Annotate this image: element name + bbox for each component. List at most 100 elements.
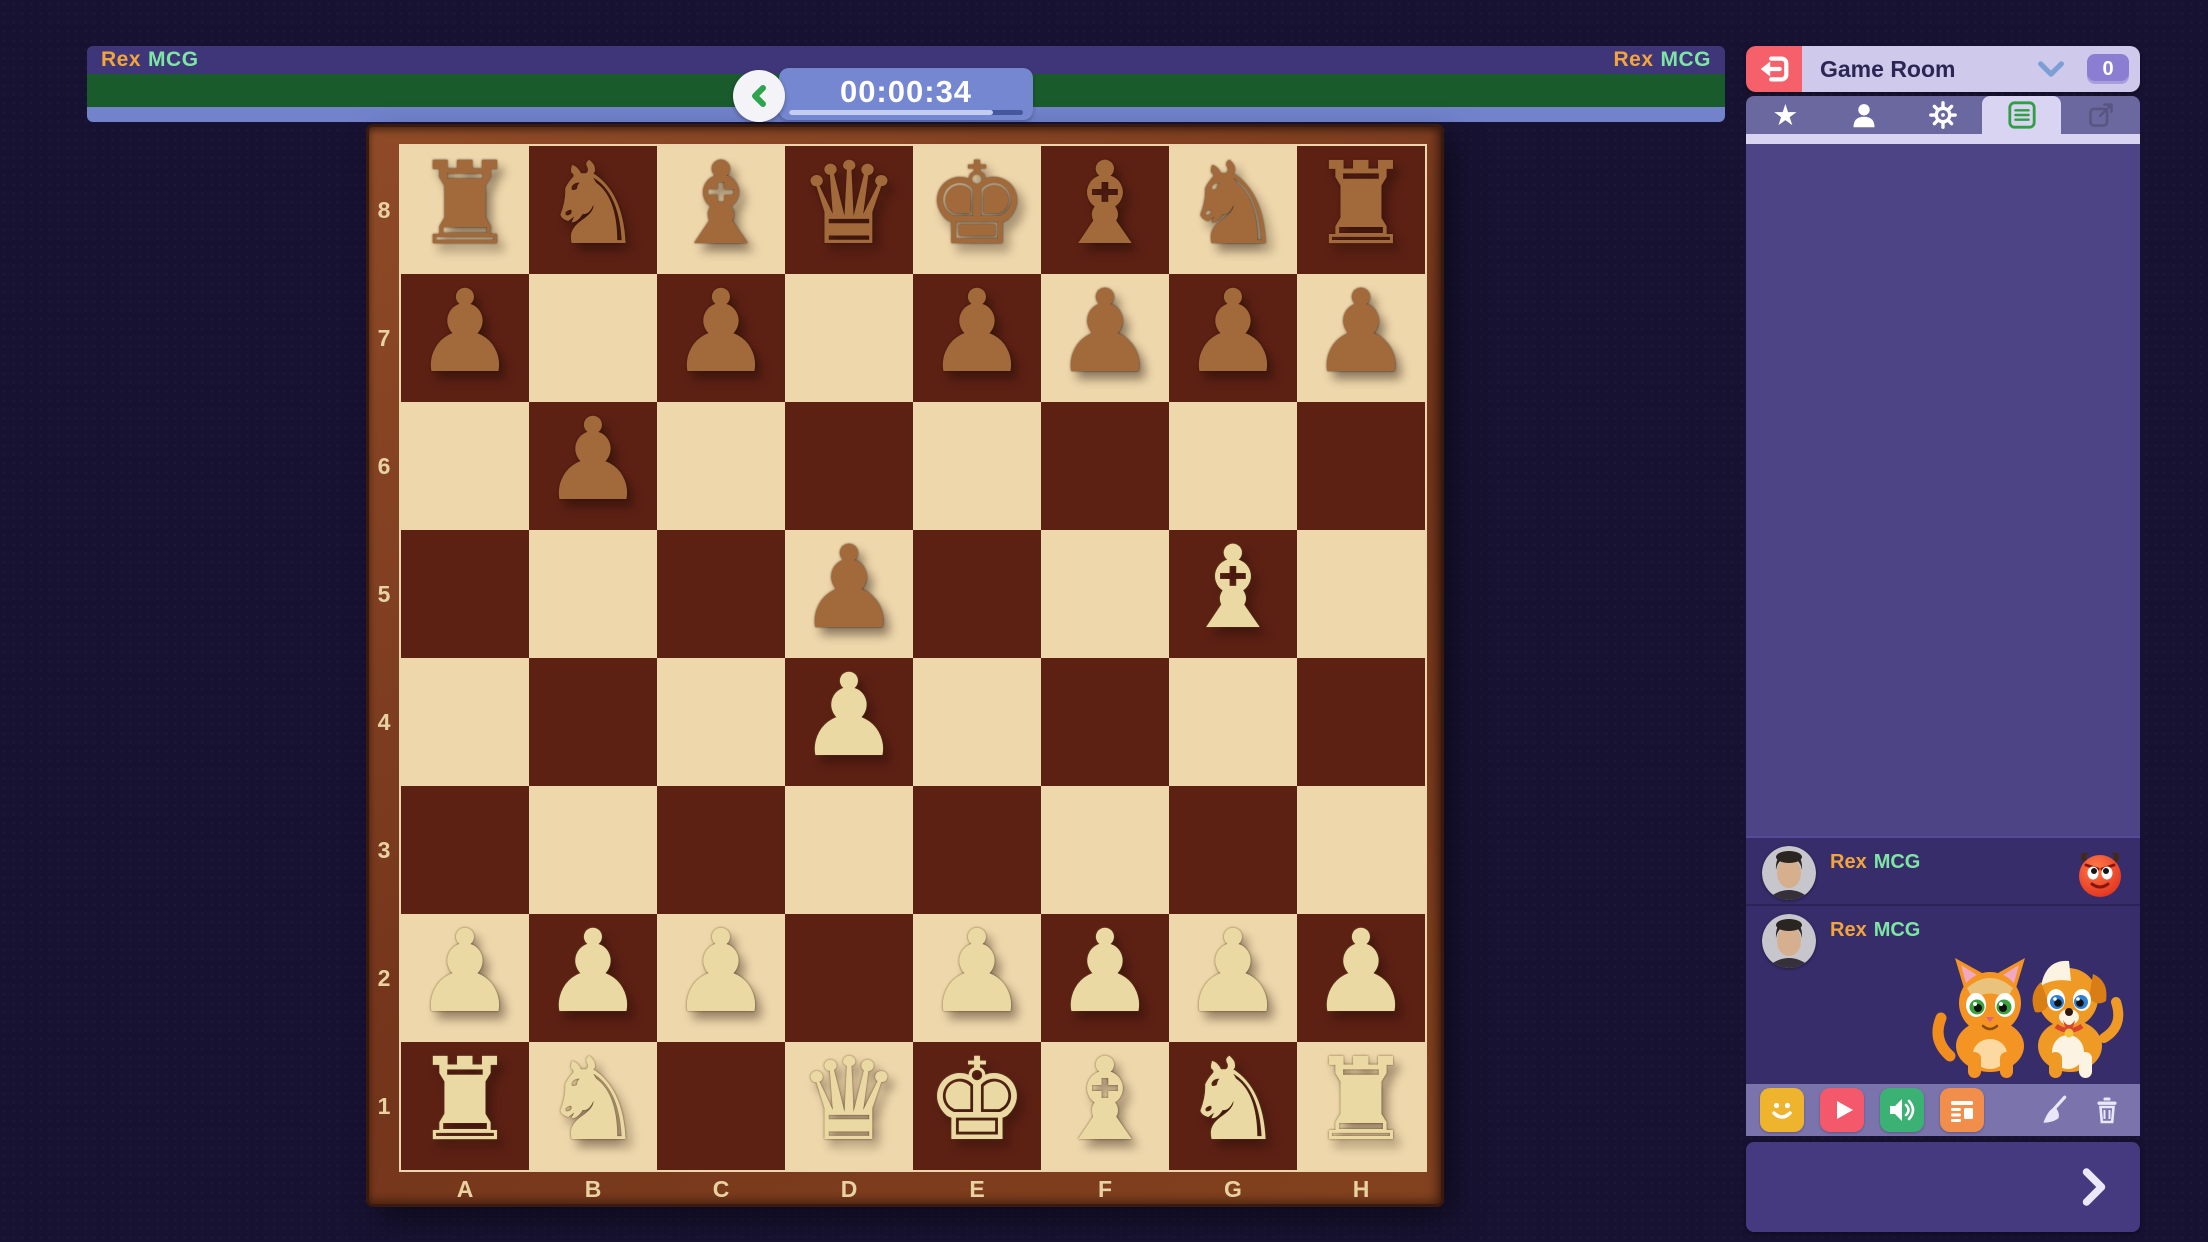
dark-bishop-piece[interactable]: ♝	[670, 147, 772, 261]
leave-room-button[interactable]	[1746, 46, 1802, 92]
square-e3[interactable]	[913, 786, 1041, 914]
dark-bishop-piece[interactable]: ♝	[1054, 147, 1156, 261]
tab-players[interactable]	[1825, 96, 1904, 134]
dark-pawn-piece[interactable]: ♟	[1182, 275, 1284, 389]
square-e4[interactable]	[913, 658, 1041, 786]
square-e5[interactable]	[913, 530, 1041, 658]
square-f8[interactable]: ♝	[1041, 146, 1169, 274]
square-e2[interactable]: ♟	[913, 914, 1041, 1042]
square-b7[interactable]	[529, 274, 657, 402]
square-f2[interactable]: ♟	[1041, 914, 1169, 1042]
toolbar-button-news[interactable]	[1940, 1088, 1984, 1132]
square-f6[interactable]	[1041, 402, 1169, 530]
player-row[interactable]: RexMCG	[1746, 906, 2140, 1084]
square-c8[interactable]: ♝	[657, 146, 785, 274]
square-f3[interactable]	[1041, 786, 1169, 914]
square-b5[interactable]	[529, 530, 657, 658]
square-g4[interactable]	[1169, 658, 1297, 786]
light-rook-piece[interactable]: ♜	[414, 1043, 516, 1157]
dark-knight-piece[interactable]: ♞	[542, 147, 644, 261]
square-g2[interactable]: ♟	[1169, 914, 1297, 1042]
square-a8[interactable]: ♜	[401, 146, 529, 274]
dark-pawn-piece[interactable]: ♟	[926, 275, 1028, 389]
square-c4[interactable]	[657, 658, 785, 786]
square-a6[interactable]	[401, 402, 529, 530]
dark-queen-piece[interactable]: ♛	[798, 147, 900, 261]
square-e6[interactable]	[913, 402, 1041, 530]
square-d2[interactable]	[785, 914, 913, 1042]
square-h4[interactable]	[1297, 658, 1425, 786]
square-h1[interactable]: ♜	[1297, 1042, 1425, 1170]
light-pawn-piece[interactable]: ♟	[926, 915, 1028, 1029]
square-g8[interactable]: ♞	[1169, 146, 1297, 274]
toolbar-button-sound[interactable]	[1880, 1088, 1924, 1132]
square-d8[interactable]: ♛	[785, 146, 913, 274]
square-e7[interactable]: ♟	[913, 274, 1041, 402]
square-e8[interactable]: ♚	[913, 146, 1041, 274]
square-b1[interactable]: ♞	[529, 1042, 657, 1170]
square-d5[interactable]: ♟	[785, 530, 913, 658]
clear-chat-button[interactable]	[2034, 1091, 2072, 1129]
light-pawn-piece[interactable]: ♟	[542, 915, 644, 1029]
square-f1[interactable]: ♝	[1041, 1042, 1169, 1170]
square-b3[interactable]	[529, 786, 657, 914]
light-rook-piece[interactable]: ♜	[1310, 1043, 1412, 1157]
light-bishop-piece[interactable]: ♝	[1182, 531, 1284, 645]
dark-rook-piece[interactable]: ♜	[1310, 147, 1412, 261]
square-g5[interactable]: ♝	[1169, 530, 1297, 658]
room-dropdown-button[interactable]	[2038, 61, 2064, 82]
light-king-piece[interactable]: ♚	[926, 1043, 1028, 1157]
square-f7[interactable]: ♟	[1041, 274, 1169, 402]
square-a1[interactable]: ♜	[401, 1042, 529, 1170]
expand-button[interactable]	[2080, 1166, 2108, 1213]
dark-pawn-piece[interactable]: ♟	[670, 275, 772, 389]
light-pawn-piece[interactable]: ♟	[414, 915, 516, 1029]
light-queen-piece[interactable]: ♛	[798, 1043, 900, 1157]
square-h7[interactable]: ♟	[1297, 274, 1425, 402]
light-knight-piece[interactable]: ♞	[542, 1043, 644, 1157]
tab-favorites[interactable]: ★	[1746, 96, 1825, 134]
square-c6[interactable]	[657, 402, 785, 530]
square-a7[interactable]: ♟	[401, 274, 529, 402]
toolbar-button-play[interactable]	[1820, 1088, 1864, 1132]
toolbar-button-emoji[interactable]	[1760, 1088, 1804, 1132]
square-c1[interactable]	[657, 1042, 785, 1170]
square-g1[interactable]: ♞	[1169, 1042, 1297, 1170]
light-pawn-piece[interactable]: ♟	[1054, 915, 1156, 1029]
square-a5[interactable]	[401, 530, 529, 658]
square-e1[interactable]: ♚	[913, 1042, 1041, 1170]
dark-king-piece[interactable]: ♚	[926, 147, 1028, 261]
light-knight-piece[interactable]: ♞	[1182, 1043, 1284, 1157]
square-h8[interactable]: ♜	[1297, 146, 1425, 274]
dark-pawn-piece[interactable]: ♟	[1054, 275, 1156, 389]
square-c3[interactable]	[657, 786, 785, 914]
light-pawn-piece[interactable]: ♟	[1310, 915, 1412, 1029]
square-h2[interactable]: ♟	[1297, 914, 1425, 1042]
square-a3[interactable]	[401, 786, 529, 914]
square-b8[interactable]: ♞	[529, 146, 657, 274]
dark-knight-piece[interactable]: ♞	[1182, 147, 1284, 261]
light-pawn-piece[interactable]: ♟	[798, 659, 900, 773]
square-a4[interactable]	[401, 658, 529, 786]
dark-pawn-piece[interactable]: ♟	[414, 275, 516, 389]
light-pawn-piece[interactable]: ♟	[670, 915, 772, 1029]
square-d4[interactable]: ♟	[785, 658, 913, 786]
square-c7[interactable]: ♟	[657, 274, 785, 402]
devil-emoji-icon[interactable]	[2074, 847, 2126, 899]
dark-pawn-piece[interactable]: ♟	[542, 403, 644, 517]
square-b2[interactable]: ♟	[529, 914, 657, 1042]
square-g3[interactable]	[1169, 786, 1297, 914]
dark-pawn-piece[interactable]: ♟	[798, 531, 900, 645]
back-button[interactable]	[733, 70, 785, 122]
square-d1[interactable]: ♛	[785, 1042, 913, 1170]
tab-popout[interactable]	[2061, 96, 2140, 134]
square-h6[interactable]	[1297, 402, 1425, 530]
square-d6[interactable]	[785, 402, 913, 530]
square-g7[interactable]: ♟	[1169, 274, 1297, 402]
square-h5[interactable]	[1297, 530, 1425, 658]
square-c2[interactable]: ♟	[657, 914, 785, 1042]
square-h3[interactable]	[1297, 786, 1425, 914]
square-g6[interactable]	[1169, 402, 1297, 530]
square-b4[interactable]	[529, 658, 657, 786]
delete-button[interactable]	[2088, 1091, 2126, 1129]
